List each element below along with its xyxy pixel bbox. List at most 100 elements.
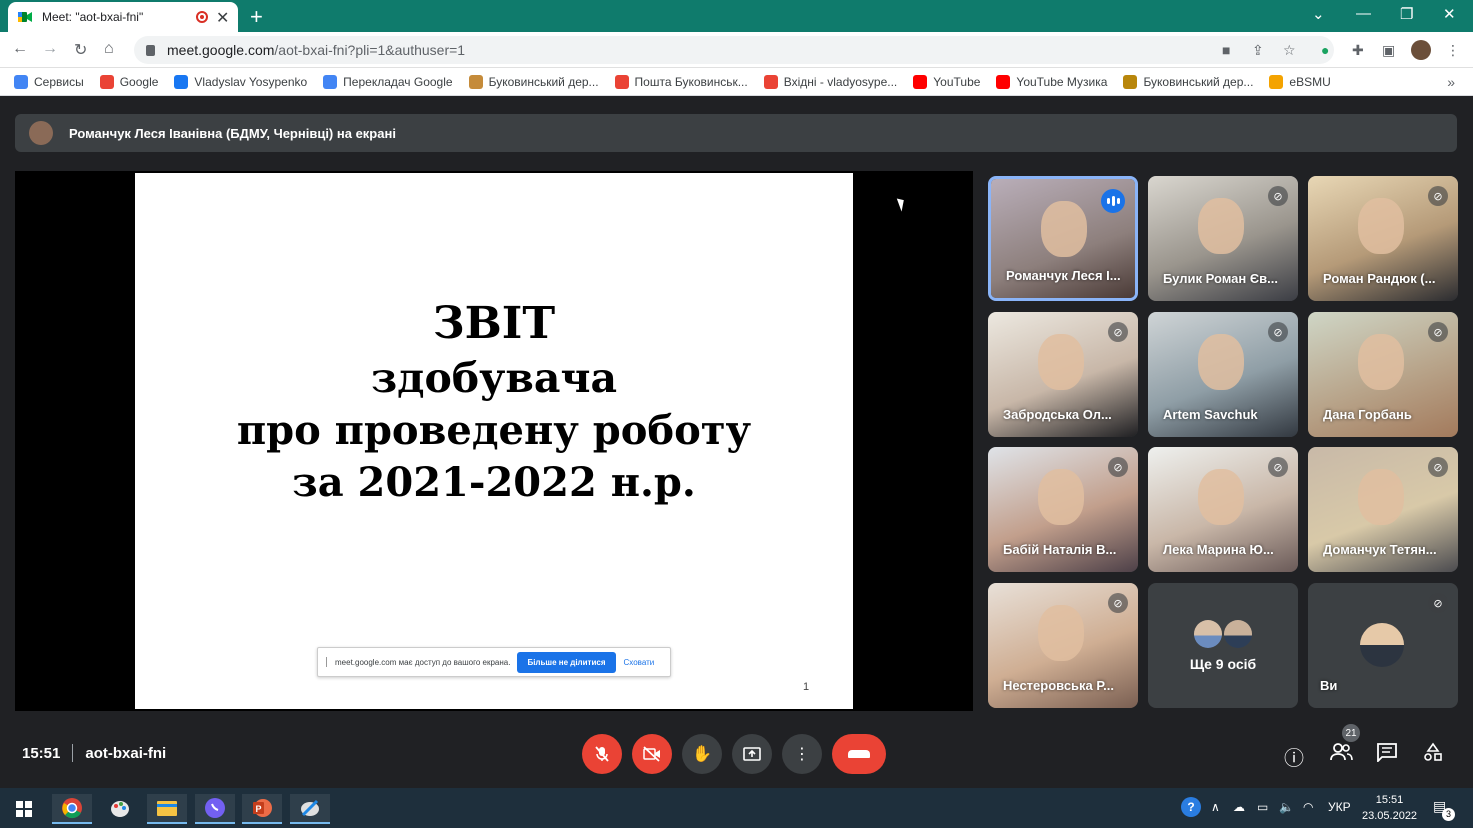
participant-tile[interactable]: ⊘ Доманчук Тетян...	[1308, 447, 1458, 572]
mic-off-icon: ⊘	[1108, 457, 1128, 477]
camera-toggle-button[interactable]	[632, 734, 672, 774]
camera-in-use-icon[interactable]: ■	[1222, 42, 1230, 58]
browser-tab-meet[interactable]: Meet: "aot-bxai-fni" ✕	[8, 2, 238, 32]
slide-line-3: про проведену роботу	[236, 407, 752, 455]
participant-tile[interactable]: ⊘ Artem Savchuk	[1148, 312, 1298, 437]
bookmark-item[interactable]: Сервисы	[14, 74, 84, 89]
bookmark-item[interactable]: Перекладач Google	[323, 74, 453, 89]
extensions-icon[interactable]: ✚	[1352, 42, 1364, 59]
reload-icon[interactable]: ↻	[74, 40, 87, 60]
side-panel-icon[interactable]: ▣	[1382, 42, 1395, 59]
bookmark-item[interactable]: Пошта Буковинськ...	[614, 74, 748, 89]
leave-call-button[interactable]	[832, 734, 886, 774]
participant-name: Роман Рандюк (...	[1323, 271, 1436, 286]
participant-tile[interactable]: ⊘ Бабій Наталія В...	[988, 447, 1138, 572]
bookmark-item[interactable]: YouTube Музика	[996, 74, 1107, 89]
meeting-details-icon[interactable]: ⓘ	[1284, 742, 1304, 771]
browser-tab-strip: Meet: "aot-bxai-fni" ✕ + ⌄ — ❐ ✕	[0, 0, 1473, 32]
close-window-icon[interactable]: ✕	[1443, 5, 1456, 23]
grammarly-icon[interactable]: ●	[1321, 42, 1329, 58]
wifi-icon[interactable]: ◠	[1303, 800, 1313, 814]
people-icon[interactable]	[1329, 742, 1353, 768]
home-icon[interactable]: ⌂	[104, 40, 114, 58]
participant-tile[interactable]: ⊘ Роман Рандюк (...	[1308, 176, 1458, 301]
bookmark-star-icon[interactable]: ☆	[1283, 42, 1296, 59]
mic-off-icon: ⊘	[1108, 322, 1128, 342]
participant-tile[interactable]: ⊘ Забродська Ол...	[988, 312, 1138, 437]
minimize-icon[interactable]: —	[1356, 5, 1371, 22]
participant-tile[interactable]: ⊘ Лека Марина Ю...	[1148, 447, 1298, 572]
participant-tile[interactable]: ⊘ Дана Горбань	[1308, 312, 1458, 437]
powerpoint-icon[interactable]: P	[242, 794, 282, 824]
drag-handle[interactable]	[326, 657, 327, 667]
divider	[72, 744, 74, 762]
activities-icon[interactable]	[1423, 742, 1443, 768]
participant-name: Нестеровська Р...	[1003, 678, 1114, 693]
windows-taskbar: P ? ∧ ☁ ▭ 🔈 ◠ УКР 15:51 23.05.2022 ▤ 3	[0, 788, 1473, 828]
bookmark-item[interactable]: Vladyslav Yosypenko	[174, 74, 307, 89]
address-bar[interactable]: meet.google.com/aot-bxai-fni?pli=1&authu…	[134, 36, 1334, 64]
participant-name: Романчук Леся І...	[1006, 268, 1121, 283]
participant-face	[1038, 469, 1084, 525]
chat-icon[interactable]	[1376, 742, 1398, 768]
profile-avatar[interactable]	[1411, 40, 1431, 60]
share-page-icon[interactable]: ⇪	[1252, 42, 1264, 59]
slide-line-4: за 2021-2022 н.р.	[292, 459, 696, 507]
bookmark-item[interactable]: Google	[99, 74, 158, 89]
windows-start-icon[interactable]	[4, 794, 44, 824]
participant-tile[interactable]: ⊘ Нестеровська Р...	[988, 583, 1138, 708]
close-tab-icon[interactable]: ✕	[216, 8, 229, 28]
mic-off-icon: ⊘	[1428, 322, 1448, 342]
bookmark-label: Пошта Буковинськ...	[634, 74, 748, 89]
system-clock[interactable]: 15:51 23.05.2022	[1362, 792, 1417, 824]
self-tile[interactable]: ⊘ Ви	[1308, 583, 1458, 708]
mic-off-icon: ⊘	[1428, 186, 1448, 206]
menu-icon[interactable]: ⋮	[1446, 42, 1460, 59]
chrome-icon[interactable]	[52, 794, 92, 824]
stop-sharing-button[interactable]: Більше не ділитися	[517, 651, 616, 673]
viber-icon[interactable]	[195, 794, 235, 824]
chevron-up-icon[interactable]: ∧	[1211, 800, 1220, 814]
ebsmu-icon	[1269, 74, 1284, 89]
presenting-banner-text: Романчук Леся Іванівна (БДМУ, Чернівці) …	[69, 125, 396, 141]
presentation-view[interactable]: ЗВІТ здобувача про проведену роботу за 2…	[15, 171, 973, 711]
paint-icon[interactable]	[100, 794, 140, 824]
bookmark-item[interactable]: YouTube	[913, 74, 980, 89]
participant-tile[interactable]: Романчук Леся І...	[988, 176, 1138, 301]
mic-off-icon: ⊘	[1268, 186, 1288, 206]
self-label: Ви	[1320, 678, 1338, 693]
bookmark-label: Вхідні - vladyosype...	[783, 74, 898, 89]
bookmark-item[interactable]: Вхідні - vladyosype...	[763, 74, 898, 89]
slide-line-1: ЗВІТ	[432, 298, 556, 349]
onedrive-icon[interactable]: ☁	[1233, 800, 1245, 814]
bookmark-item[interactable]: Буковинський дер...	[1123, 74, 1253, 89]
volume-icon[interactable]: 🔈	[1279, 800, 1294, 814]
raise-hand-button[interactable]: ✋	[682, 734, 722, 774]
university-icon	[468, 74, 483, 89]
restore-icon[interactable]: ❐	[1400, 5, 1413, 23]
help-icon[interactable]: ?	[1181, 797, 1201, 817]
hide-notice-button[interactable]: Сховати	[624, 658, 655, 667]
battery-icon[interactable]: ▭	[1257, 800, 1268, 814]
participant-face	[1041, 201, 1087, 257]
more-options-button[interactable]: ⋮	[782, 734, 822, 774]
mic-toggle-button[interactable]	[582, 734, 622, 774]
back-icon[interactable]: ←	[12, 40, 28, 58]
new-tab-button[interactable]: +	[250, 4, 263, 30]
participant-name: Artem Savchuk	[1163, 407, 1258, 422]
language-indicator[interactable]: УКР	[1328, 800, 1351, 814]
participant-name: Забродська Ол...	[1003, 407, 1112, 422]
forward-icon[interactable]: →	[42, 40, 58, 58]
slide: ЗВІТ здобувача про проведену роботу за 2…	[135, 173, 853, 709]
snipping-tool-icon[interactable]	[290, 794, 330, 824]
file-explorer-icon[interactable]	[147, 794, 187, 824]
more-participants-tile[interactable]: Ще 9 осіб	[1148, 583, 1298, 708]
tab-search-icon[interactable]: ⌄	[1312, 5, 1325, 23]
bookmark-item[interactable]: Буковинський дер...	[468, 74, 599, 89]
bookmark-item[interactable]: eBSMU	[1269, 74, 1331, 89]
participant-tile[interactable]: ⊘ Булик Роман Єв...	[1148, 176, 1298, 301]
present-screen-button[interactable]	[732, 734, 772, 774]
bookmarks-overflow-icon[interactable]: »	[1447, 74, 1455, 90]
participant-name: Бабій Наталія В...	[1003, 542, 1117, 557]
bookmark-label: eBSMU	[1289, 74, 1331, 89]
